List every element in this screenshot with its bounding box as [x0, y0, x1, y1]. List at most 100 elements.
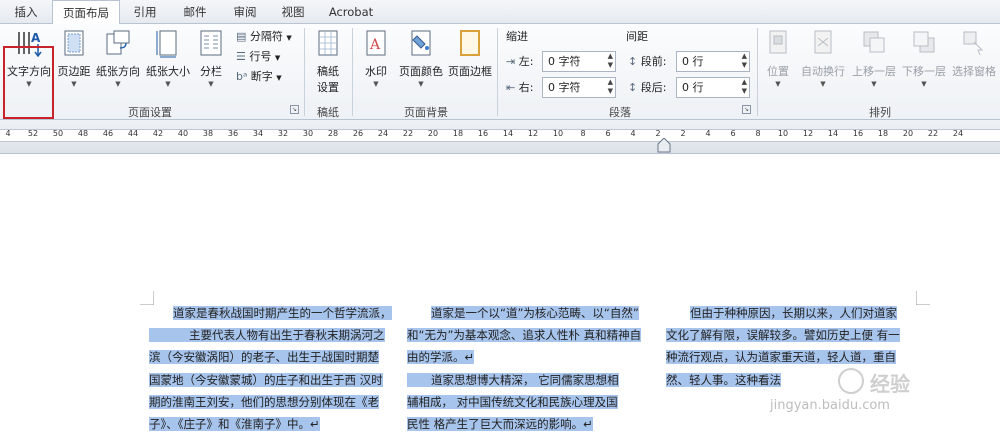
page-color-label: 页面颜色	[399, 65, 443, 78]
watermark-button[interactable]: A 水印 ▼	[356, 26, 396, 96]
tab-view[interactable]: 视图	[270, 0, 316, 24]
indent-title: 缩进	[506, 30, 528, 43]
margins-button[interactable]: 页边距 ▼	[56, 26, 92, 96]
send-backward-button[interactable]: 下移一层 ▼	[900, 26, 948, 96]
horizontal-ruler[interactable]: 4 52 50 48 46 44 42 40 38 36 34 32 30 28 26 24 22 20 18 16 1…	[0, 120, 1000, 154]
hyphenation-button[interactable]: bᵃ 断字 ▼	[236, 68, 282, 86]
spacing-before-label-row: ↕ 段前:	[628, 53, 666, 71]
page-setup-launcher-icon[interactable]: ↘	[290, 105, 299, 114]
tab-references[interactable]: 引用	[120, 0, 170, 24]
tab-acrobat[interactable]: Acrobat	[316, 0, 386, 24]
text-line: 期的淮南王刘安，他们的思想分别体现在《老	[149, 394, 379, 409]
group-separator	[304, 28, 305, 116]
tab-page-layout[interactable]: 页面布局	[52, 0, 120, 25]
ruler-number: 22	[402, 129, 414, 138]
chevron-down-icon: ▼	[820, 80, 826, 88]
ruler-number: 28	[327, 129, 339, 138]
indent-right-icon: ⇤	[506, 81, 516, 94]
ruler-number: 52	[27, 129, 39, 138]
spacing-before-field[interactable]: 0 行 ▲ ▼	[676, 51, 750, 72]
ruler-number: 46	[102, 129, 114, 138]
hyphenation-label: 断字	[250, 70, 273, 83]
chevron-down-icon: ▼	[775, 80, 781, 88]
ruler-number: 16	[477, 129, 489, 138]
indent-marker-icon[interactable]	[656, 138, 672, 154]
ruler-number: 10	[777, 129, 789, 138]
bring-forward-icon	[863, 31, 885, 53]
tab-review[interactable]: 审阅	[220, 0, 270, 24]
page-borders-label: 页面边框	[448, 65, 492, 78]
indent-left-label: 左:	[518, 55, 534, 68]
text-column-1[interactable]: 道家是春秋战国时期产生的一个哲学流派， 主要代表人物有出生于春秋末期涡河之 滨（…	[149, 302, 392, 435]
line-numbers-button[interactable]: ☰ 行号 ▼	[236, 48, 280, 66]
watermark-icon: A	[366, 30, 386, 56]
margins-icon	[64, 30, 84, 56]
ruler-number: 4	[705, 129, 711, 138]
page-color-icon	[411, 30, 431, 56]
ruler-number: 14	[502, 129, 514, 138]
ruler-number: 32	[277, 129, 289, 138]
ruler-number: 8	[580, 129, 586, 138]
chevron-down-icon: ▼	[871, 80, 877, 88]
text-line: 辅相成， 对中国传统文化和民族心理及国	[407, 394, 618, 409]
size-button[interactable]: 纸张大小 ▼	[144, 26, 192, 96]
paragraph-launcher-icon[interactable]: ↘	[742, 105, 751, 114]
tab-mailings[interactable]: 邮件	[170, 0, 220, 24]
ruler-number: 18	[452, 129, 464, 138]
indent-left-value: 0 字符	[548, 55, 581, 68]
page-size-icon	[156, 30, 177, 58]
ruler-number: 4	[5, 129, 11, 138]
indent-left-field[interactable]: 0 字符 ▲ ▼	[542, 51, 616, 72]
chevron-down-icon: ▼	[274, 54, 281, 62]
manuscript-label-line2: 设置	[317, 81, 339, 94]
size-label: 纸张大小	[146, 65, 190, 78]
selection-pane-button[interactable]: 选择窗格	[950, 26, 998, 96]
ruler-number: 6	[605, 129, 611, 138]
indent-right-value: 0 字符	[548, 81, 581, 94]
send-backward-icon	[913, 31, 935, 53]
page-borders-icon	[460, 30, 480, 56]
manuscript-label-line1: 稿纸	[317, 65, 339, 78]
spacing-after-field[interactable]: 0 行 ▲ ▼	[676, 77, 750, 98]
position-button[interactable]: 位置 ▼	[762, 26, 794, 96]
text-line: 道家思想博大精深， 它同儒家思想相	[407, 369, 641, 391]
bring-forward-button[interactable]: 上移一层 ▼	[850, 26, 898, 96]
columns-label: 分栏	[200, 65, 222, 78]
text-line: 国蒙地（今安徽蒙城）的庄子和出生于西 汉时	[149, 372, 383, 387]
chevron-down-icon: ▼	[921, 80, 927, 88]
ribbon: A 文字方向 ▼ 页边距 ▼ 纸张方向 ▼ 纸张大小 ▼ 分栏 ▼ ▤ 分隔符 …	[0, 24, 1000, 120]
columns-button[interactable]: 分栏 ▼	[194, 26, 228, 96]
spinner-arrows-icon[interactable]: ▲ ▼	[608, 52, 613, 70]
indent-right-label: 右:	[518, 81, 534, 94]
send-backward-label: 下移一层	[902, 65, 946, 78]
manuscript-icon	[318, 30, 338, 56]
ruler-number: 26	[352, 129, 364, 138]
ruler-number: 20	[902, 129, 914, 138]
tab-insert[interactable]: 插入	[0, 0, 52, 24]
text-line: 主要代表人物有出生于春秋末期涡河之	[149, 324, 392, 346]
text-column-2[interactable]: 道家是一个以“道”为核心范畴、以“自然” 和“无为”为基本观念、追求人性朴 真和…	[407, 302, 642, 435]
ruler-number: 48	[77, 129, 89, 138]
ruler-number: 18	[877, 129, 889, 138]
manuscript-setup-button[interactable]: 稿纸 设置	[308, 26, 348, 96]
group-separator	[497, 28, 498, 116]
page-borders-button[interactable]: 页面边框	[446, 26, 494, 96]
page-color-button[interactable]: 页面颜色 ▼	[398, 26, 444, 96]
orientation-label: 纸张方向	[96, 65, 140, 78]
page-background-group-label: 页面背景	[404, 106, 448, 119]
spinner-arrows-icon[interactable]: ▲ ▼	[742, 78, 747, 96]
wrap-text-icon	[814, 30, 832, 54]
position-icon	[769, 30, 787, 54]
spacing-title: 间距	[626, 30, 648, 43]
ruler-number: 4	[630, 129, 636, 138]
orientation-button[interactable]: 纸张方向 ▼	[94, 26, 142, 96]
wrap-text-label: 自动换行	[801, 65, 845, 78]
ruler-number: 42	[152, 129, 164, 138]
ruler-number: 2	[655, 129, 661, 138]
wrap-text-button[interactable]: 自动换行 ▼	[798, 26, 848, 96]
columns-icon	[200, 30, 222, 56]
spinner-arrows-icon[interactable]: ▲ ▼	[608, 78, 613, 96]
breaks-button[interactable]: ▤ 分隔符 ▼	[236, 28, 292, 46]
indent-right-field[interactable]: 0 字符 ▲ ▼	[542, 77, 616, 98]
spinner-arrows-icon[interactable]: ▲ ▼	[742, 52, 747, 70]
